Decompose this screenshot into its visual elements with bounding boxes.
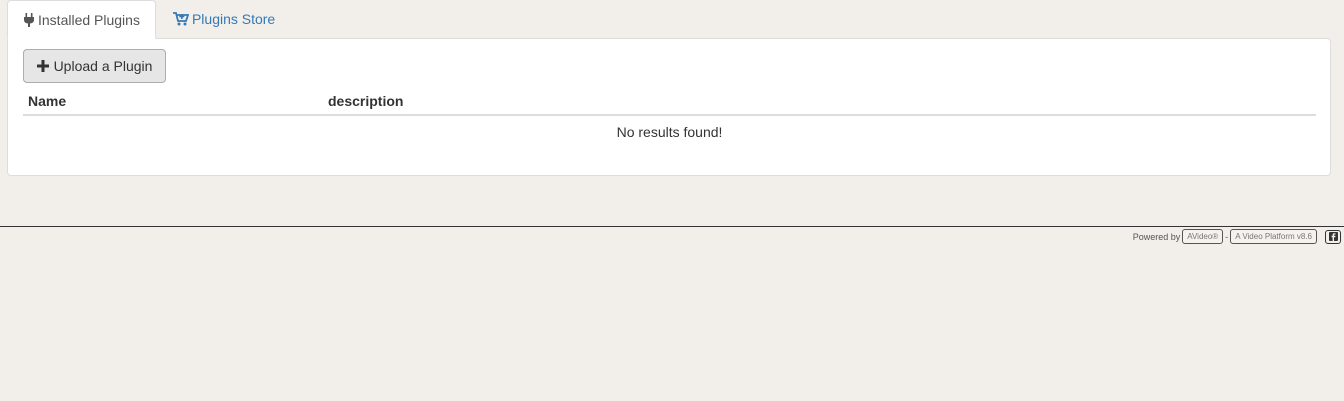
- empty-results-message: No results found!: [616, 124, 723, 140]
- installed-plugins-panel: Upload a Plugin Name description No resu…: [7, 38, 1331, 176]
- avideo-link[interactable]: AVideo®: [1182, 229, 1224, 244]
- plug-icon: [23, 12, 35, 27]
- table-header: Name description: [23, 87, 1316, 116]
- platform-version-link[interactable]: A Video Platform v8.6: [1230, 229, 1317, 244]
- column-header-name[interactable]: Name: [23, 93, 323, 109]
- powered-by-text: Powered by: [1132, 231, 1181, 242]
- upload-plugin-label: Upload a Plugin: [53, 58, 153, 74]
- plus-icon: [36, 57, 49, 75]
- column-header-description[interactable]: description: [323, 93, 1316, 109]
- footer: Powered by AVideo® - A Video Platform v8…: [1133, 229, 1341, 244]
- tab-plugins-store[interactable]: Plugins Store: [158, 0, 290, 38]
- tab-installed-plugins-label: Installed Plugins: [38, 11, 140, 28]
- facebook-icon[interactable]: [1325, 229, 1341, 244]
- plugins-table: Name description No results found!: [23, 87, 1316, 148]
- footer-separator: -: [1225, 231, 1229, 242]
- tab-plugins-store-label: Plugins Store: [191, 11, 276, 27]
- cart-plus-icon: [172, 12, 189, 26]
- footer-divider: [0, 226, 1344, 227]
- plugin-tabs: Installed Plugins Plugins Store: [7, 0, 290, 39]
- upload-plugin-button[interactable]: Upload a Plugin: [23, 49, 166, 83]
- tab-installed-plugins[interactable]: Installed Plugins: [7, 0, 156, 39]
